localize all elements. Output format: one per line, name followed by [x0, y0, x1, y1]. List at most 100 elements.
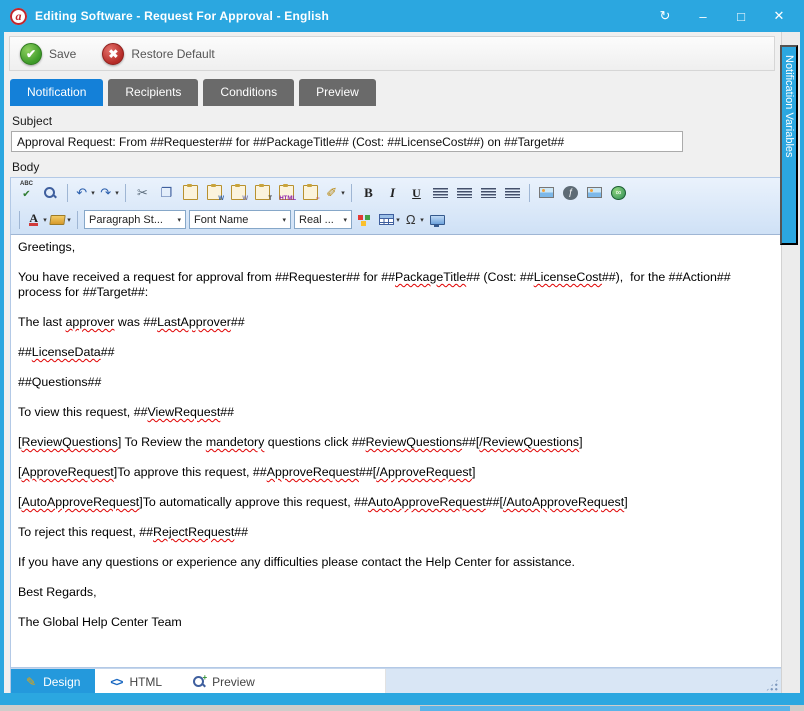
paste-from-word-clean-icon: W — [231, 185, 246, 200]
dropdown-caret-icon[interactable]: ▾ — [67, 216, 71, 224]
copy-icon[interactable]: ❐ — [155, 182, 178, 203]
dropdown-caret-icon[interactable]: ▾ — [177, 216, 181, 224]
redo-icon: ↷ — [98, 184, 113, 201]
paste-icon — [183, 185, 198, 200]
align-justify-icon[interactable] — [453, 182, 476, 203]
refresh-icon: ↻ — [660, 8, 671, 24]
flash-manager-icon: ƒ — [563, 186, 578, 200]
paragraph-style-select[interactable]: Paragraph St...▾ — [84, 210, 186, 229]
editor-tab-html[interactable]: <> HTML — [95, 669, 177, 693]
dropdown-caret-icon[interactable]: ▾ — [396, 216, 400, 224]
format-stripper-icon[interactable]: ✐▾ — [323, 182, 346, 203]
spellcheck-icon[interactable]: ABC✔ — [15, 182, 38, 203]
image-editor-icon[interactable] — [583, 182, 606, 203]
refresh-button[interactable]: ↻ — [650, 4, 680, 28]
body-paragraph: [AutoApproveRequest]To automatically app… — [18, 495, 774, 510]
font-color-icon: A — [26, 211, 41, 228]
dropdown-caret-icon[interactable]: ▾ — [341, 189, 345, 197]
dropdown-caret-icon[interactable]: ▾ — [115, 189, 119, 197]
dropdown-caret-icon[interactable]: ▾ — [43, 216, 47, 224]
minimize-icon: – — [699, 9, 706, 24]
insert-snippet-icon[interactable] — [354, 209, 377, 230]
dropdown-caret-icon[interactable]: ▾ — [91, 189, 95, 197]
body-paragraph: [ReviewQuestions] To Review the mandetor… — [18, 435, 774, 450]
hyperlink-manager-icon[interactable]: ∞ — [607, 182, 630, 203]
save-button[interactable]: ✔ Save — [20, 43, 76, 65]
paste-as-html-icon[interactable]: HTML — [275, 182, 298, 203]
minimize-button[interactable]: – — [688, 4, 718, 28]
maximize-icon: □ — [737, 9, 745, 24]
main-tab-bar: Notification Recipients Conditions Previ… — [10, 79, 800, 106]
paste-special-icon[interactable]: ·· — [299, 182, 322, 203]
flash-manager-icon[interactable]: ƒ — [559, 182, 582, 203]
body-paragraph: The last approver was ##LastApprover## — [18, 315, 774, 330]
paste-as-html-icon: HTML — [279, 185, 294, 200]
dropdown-caret-icon[interactable]: ▾ — [420, 216, 424, 224]
font-size-select[interactable]: Real ... ▾ — [294, 210, 352, 229]
editor-tab-preview[interactable]: + Preview — [177, 669, 270, 693]
toolbar-separator — [77, 211, 78, 229]
preview-tab-label: Preview — [212, 675, 255, 689]
paste-from-word-clean-icon[interactable]: W — [227, 182, 250, 203]
underline-icon: U — [409, 184, 424, 201]
find-icon[interactable] — [39, 182, 62, 203]
spellcheck-icon: ABC✔ — [19, 184, 34, 201]
maximize-button[interactable]: □ — [726, 4, 756, 28]
window-controls: ↻ – □ ✕ — [650, 4, 794, 28]
body-paragraph: The Global Help Center Team — [18, 615, 774, 630]
dropdown-caret-icon[interactable]: ▾ — [343, 216, 347, 224]
cut-icon: ✂ — [135, 184, 150, 201]
editor-body[interactable]: Greetings,You have received a request fo… — [10, 234, 782, 668]
align-center-icon[interactable] — [429, 182, 452, 203]
paste-icon[interactable] — [179, 182, 202, 203]
underline-icon[interactable]: U — [405, 182, 428, 203]
image-manager-icon[interactable] — [535, 182, 558, 203]
tab-conditions[interactable]: Conditions — [203, 79, 294, 106]
italic-icon[interactable]: I — [381, 182, 404, 203]
body-paragraph: ##LicenseData## — [18, 345, 774, 360]
document-manager-icon[interactable] — [426, 209, 449, 230]
resize-grip[interactable] — [765, 678, 779, 692]
paste-plain-text-icon[interactable]: T — [251, 182, 274, 203]
close-button[interactable]: ✕ — [764, 4, 794, 28]
editor-tab-design[interactable]: ✎ Design — [11, 669, 95, 693]
hyperlink-manager-icon: ∞ — [611, 186, 626, 200]
cut-icon[interactable]: ✂ — [131, 182, 154, 203]
paste-from-word-icon[interactable]: W — [203, 182, 226, 203]
bold-icon[interactable]: B — [357, 182, 380, 203]
insert-table-icon[interactable]: ▾ — [378, 209, 401, 230]
tab-notification[interactable]: Notification — [10, 79, 103, 106]
align-left-icon[interactable] — [477, 182, 500, 203]
font-size-select-value: Real ... — [299, 214, 334, 226]
command-toolbar: ✔ Save ✖ Restore Default — [9, 36, 775, 71]
app-logo-icon: a — [10, 8, 27, 25]
font-color-icon[interactable]: A▾ — [25, 209, 48, 230]
toolbar-separator — [125, 184, 126, 202]
align-left-icon — [481, 188, 496, 198]
background-color-icon[interactable]: ▾ — [49, 209, 72, 230]
dialog-content: ✔ Save ✖ Restore Default Notification Re… — [4, 32, 800, 693]
tab-preview[interactable]: Preview — [299, 79, 376, 106]
copy-icon: ❐ — [159, 184, 174, 201]
redo-icon[interactable]: ↷▾ — [97, 182, 120, 203]
bold-icon: B — [361, 184, 376, 201]
special-characters-icon[interactable]: Ω▾ — [402, 209, 425, 230]
body-paragraph: If you have any questions or experience … — [18, 555, 774, 570]
align-right-icon[interactable] — [501, 182, 524, 203]
font-name-select[interactable]: Font Name▾ — [189, 210, 291, 229]
design-tab-label: Design — [43, 675, 80, 689]
body-paragraph: Greetings, — [18, 240, 774, 255]
special-characters-icon: Ω — [403, 211, 418, 228]
dropdown-caret-icon[interactable]: ▾ — [282, 216, 286, 224]
window-title: Editing Software - Request For Approval … — [35, 9, 329, 23]
tab-recipients[interactable]: Recipients — [108, 79, 198, 106]
paste-from-word-icon: W — [207, 185, 222, 200]
notification-variables-tab[interactable]: Notification Variables — [780, 45, 798, 245]
save-check-icon: ✔ — [20, 43, 42, 65]
subject-input[interactable] — [11, 131, 683, 152]
undo-icon[interactable]: ↶▾ — [73, 182, 96, 203]
italic-icon: I — [385, 184, 400, 201]
editor-toolbar-row-1: ABC✔↶▾↷▾✂❐WWTHTML··✐▾BIUƒ∞ — [13, 179, 779, 206]
restore-default-button[interactable]: ✖ Restore Default — [102, 43, 214, 65]
align-right-icon — [505, 188, 520, 198]
